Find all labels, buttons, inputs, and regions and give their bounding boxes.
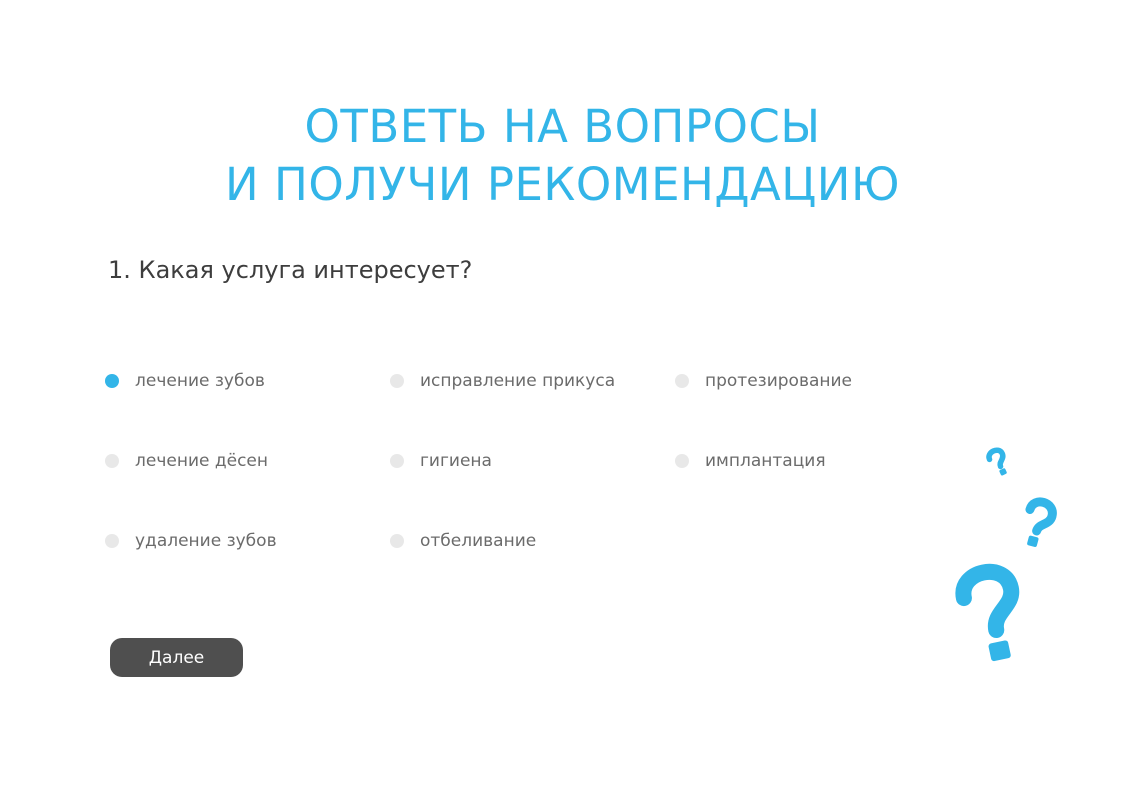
option-lechenie-zubov[interactable]: лечение зубов <box>105 368 265 394</box>
option-lechenie-desen[interactable]: лечение дёсен <box>105 448 268 474</box>
option-protezirovanie[interactable]: протезирование <box>675 368 852 394</box>
option-label: лечение зубов <box>135 371 265 391</box>
option-label: исправление прикуса <box>420 371 616 391</box>
question-mark-icon-small <box>986 447 1007 476</box>
radio-icon[interactable] <box>675 374 689 388</box>
option-otbelivanie[interactable]: отбеливание <box>390 528 536 554</box>
option-label: лечение дёсен <box>135 451 268 471</box>
option-label: имплантация <box>705 451 826 471</box>
option-ispravlenie-prikusa[interactable]: исправление прикуса <box>390 368 615 394</box>
radio-icon[interactable] <box>390 454 404 468</box>
question-text: 1. Какая услуга интересует? <box>108 256 473 284</box>
page-title-line-1: ОТВЕТЬ НА ВОПРОСЫ <box>304 100 821 154</box>
radio-icon[interactable] <box>390 534 404 548</box>
next-button[interactable]: Далее <box>110 638 243 677</box>
page-title-line-2: И ПОЛУЧИ РЕКОМЕНДАЦИЮ <box>225 158 900 212</box>
option-label: протезирование <box>705 371 853 391</box>
option-label: гигиена <box>420 451 492 471</box>
option-label: удаление зубов <box>135 531 277 551</box>
page-title: ОТВЕТЬ НА ВОПРОСЫ И ПОЛУЧИ РЕКОМЕНДАЦИЮ <box>0 98 1125 214</box>
radio-icon[interactable] <box>105 454 119 468</box>
radio-icon[interactable] <box>105 534 119 548</box>
radio-icon[interactable] <box>390 374 404 388</box>
radio-icon[interactable] <box>675 454 689 468</box>
option-udalenie-zubov[interactable]: удаление зубов <box>105 528 277 554</box>
option-implantaciya[interactable]: имплантация <box>675 448 826 474</box>
radio-icon-checked[interactable] <box>105 374 119 388</box>
question-marks-decoration <box>955 447 1057 662</box>
question-mark-icon-large <box>955 564 1020 662</box>
question-mark-icon-medium <box>1025 497 1057 547</box>
option-gigiena[interactable]: гигиена <box>390 448 492 474</box>
option-label: отбеливание <box>420 531 537 551</box>
